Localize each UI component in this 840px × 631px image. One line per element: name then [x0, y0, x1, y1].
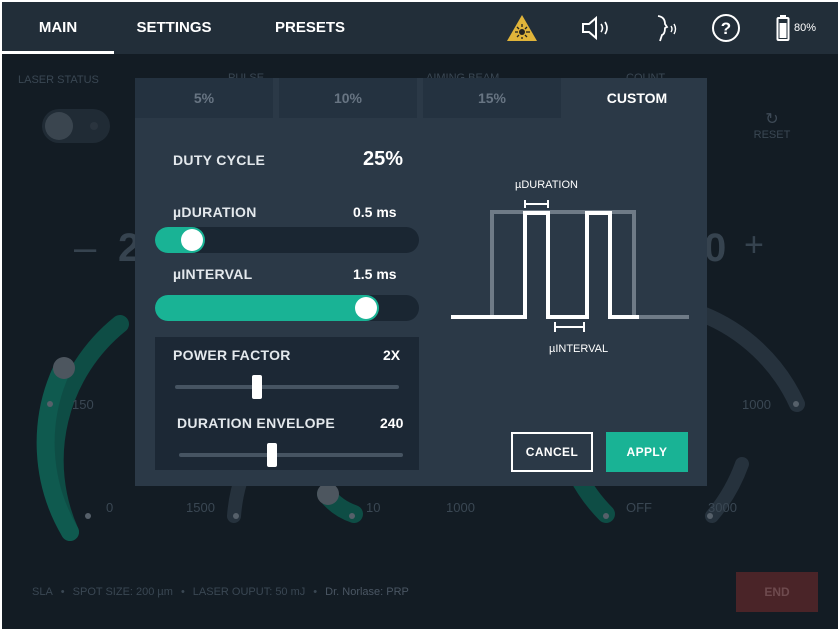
- pulse-diagram: µDURATION µINTERVAL: [451, 179, 689, 355]
- footer-doctor: Dr. Norlase: PRP: [325, 586, 409, 598]
- battery-label: 80%: [794, 22, 817, 34]
- top-bar: MAIN SETTINGS PRESETS ? 80%: [2, 2, 838, 54]
- micro-duration-slider[interactable]: [155, 227, 419, 253]
- gauge-right-3000: 3000: [708, 500, 737, 515]
- duration-envelope-label: DURATION ENVELOPE: [177, 415, 336, 431]
- micro-duration-knob[interactable]: [180, 229, 203, 251]
- gauge-right-1000: 1000: [742, 397, 771, 412]
- advanced-settings-panel: POWER FACTOR 2X DURATION ENVELOPE 240: [155, 337, 419, 470]
- micro-interval-slider[interactable]: [155, 295, 419, 321]
- tab-5-percent[interactable]: 5%: [135, 78, 273, 118]
- micro-duration-label: µDURATION: [173, 204, 257, 220]
- gauge-right-off: OFF: [626, 500, 652, 515]
- tab-presets[interactable]: PRESETS: [260, 2, 360, 54]
- battery-icon: 80%: [776, 12, 826, 44]
- diagram-interval-label: µINTERVAL: [549, 343, 608, 355]
- micro-interval-value: 1.5 ms: [353, 266, 397, 282]
- gauge-left-0: 0: [106, 500, 114, 515]
- voice-icon[interactable]: [646, 12, 686, 44]
- gauge-mid-10: 10: [366, 500, 381, 515]
- duty-cycle-modal: 5% 10% 15% CUSTOM DUTY CYCLE 25% µDURATI…: [135, 78, 707, 486]
- power-factor-slider[interactable]: [175, 375, 399, 399]
- duration-envelope-value: 240: [380, 415, 404, 431]
- duration-envelope-slider[interactable]: [179, 443, 403, 467]
- tab-15-percent[interactable]: 15%: [423, 78, 561, 118]
- footer-laser-output: LASER OUPUT: 50 mJ: [192, 586, 306, 598]
- footer-sla: SLA: [32, 586, 53, 598]
- footer-spot-size: SPOT SIZE: 200 µm: [72, 586, 173, 598]
- gauge-left-150: 150: [72, 397, 94, 412]
- micro-duration-value: 0.5 ms: [353, 204, 397, 220]
- tab-settings[interactable]: SETTINGS: [124, 2, 224, 54]
- micro-interval-label: µINTERVAL: [173, 266, 253, 282]
- speaker-icon[interactable]: [576, 12, 616, 44]
- duration-envelope-handle[interactable]: [266, 443, 277, 467]
- duty-cycle-label: DUTY CYCLE: [173, 152, 266, 168]
- laser-warning-icon[interactable]: [504, 12, 540, 44]
- duty-cycle-value: 25%: [363, 148, 404, 170]
- svg-text:?: ?: [721, 19, 731, 38]
- status-footer: SLA • SPOT SIZE: 200 µm • LASER OUPUT: 50 …: [32, 586, 409, 598]
- tab-10-percent[interactable]: 10%: [279, 78, 417, 118]
- power-factor-handle[interactable]: [252, 375, 263, 399]
- gauge-mid-1500: 1500: [186, 500, 215, 515]
- micro-interval-knob[interactable]: [354, 297, 377, 319]
- end-button[interactable]: END: [736, 572, 818, 612]
- micro-interval-fill: [155, 295, 379, 321]
- tab-main[interactable]: MAIN: [2, 2, 114, 54]
- cancel-button[interactable]: CANCEL: [511, 432, 593, 472]
- gauge-mid-1000: 1000: [446, 500, 475, 515]
- tab-custom[interactable]: CUSTOM: [567, 78, 707, 118]
- power-factor-label: POWER FACTOR: [173, 347, 291, 363]
- diagram-duration-label: µDURATION: [515, 179, 578, 191]
- help-icon[interactable]: ?: [708, 12, 744, 44]
- power-factor-value: 2X: [383, 347, 401, 363]
- app-screen: MAIN SETTINGS PRESETS ? 80% LASER STATUS…: [2, 2, 838, 629]
- apply-button[interactable]: APPLY: [606, 432, 688, 472]
